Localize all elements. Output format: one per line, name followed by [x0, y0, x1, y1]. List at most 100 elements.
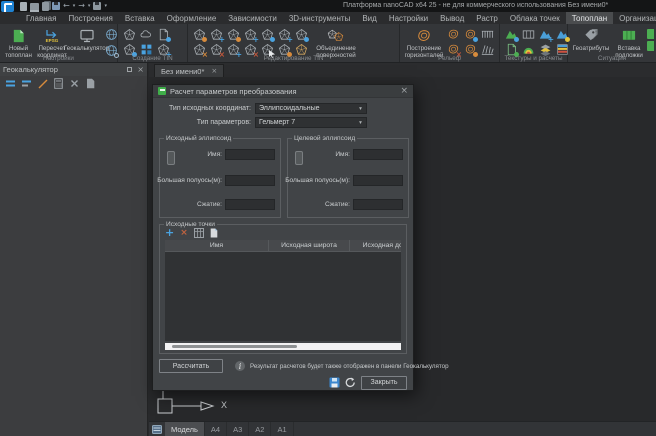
save-document-icon[interactable] — [42, 2, 49, 11]
panel-close-icon[interactable]: × — [137, 66, 144, 74]
undo-icon[interactable]: ← — [63, 1, 70, 11]
document-tab[interactable]: Без имени0* × — [154, 64, 224, 77]
nanocad-logo-icon[interactable] — [1, 1, 14, 12]
menu-tab-rastr[interactable]: Растр — [470, 12, 504, 24]
layout-tab-a2[interactable]: А2 — [249, 422, 271, 436]
point-convert-icon[interactable] — [21, 78, 32, 89]
tin-insert-object-icon[interactable] — [276, 27, 292, 42]
texture-map-icon[interactable] — [520, 27, 536, 42]
points-toolbar: + × — [165, 227, 218, 238]
param-type-select[interactable]: Гельмерт 7 ▾ — [255, 117, 367, 128]
add-point-icon[interactable]: + — [165, 228, 174, 238]
menu-tab-nastroyki[interactable]: Настройки — [383, 12, 434, 24]
create-tin-icon[interactable] — [121, 27, 137, 42]
tin-from-point-cloud-icon[interactable] — [138, 27, 154, 42]
menu-tab-3d-instrumenty[interactable]: 3D-инструменты — [283, 12, 357, 24]
tin-add-boundary-icon[interactable] — [259, 27, 275, 42]
contour-label-icon[interactable] — [462, 27, 478, 42]
clipped-icon[interactable] — [647, 29, 654, 39]
tin-add-point-icon[interactable] — [208, 27, 224, 42]
geo-attributes-button[interactable]: Геоатрибуты — [571, 26, 611, 52]
undo-dropdown-icon[interactable]: ▾ — [73, 1, 76, 11]
slope-hatches-icon[interactable] — [479, 27, 495, 42]
horizontal-scrollbar[interactable] — [165, 343, 401, 350]
calculate-row: Рассчитать i Результат расчетов будет та… — [159, 359, 407, 374]
import-surface-icon[interactable] — [155, 27, 171, 42]
dialog-title: Расчет параметров преобразования — [170, 87, 297, 96]
source-flattening-input[interactable] — [225, 199, 275, 210]
tin-simplify-icon[interactable] — [293, 27, 309, 42]
contour-edit-icon[interactable] — [445, 27, 461, 42]
refresh-icon[interactable] — [345, 377, 356, 388]
panel-autohide-icon[interactable] — [127, 67, 132, 72]
menu-tab-vyvod[interactable]: Вывод — [434, 12, 470, 24]
report-document-icon[interactable] — [85, 78, 96, 89]
ribbon-tab-bar: Главная Построения Вставка Оформление За… — [0, 12, 656, 24]
clipped-icon[interactable] — [647, 41, 654, 51]
dialog-close-icon[interactable]: × — [400, 87, 408, 95]
clear-list-icon[interactable] — [69, 78, 80, 89]
geocalculator-button[interactable]: Геокалькулятор — [70, 26, 103, 52]
transformation-parameters-dialog: Расчет параметров преобразования × Тип и… — [152, 84, 414, 391]
menu-tab-vstavka[interactable]: Вставка — [119, 12, 161, 24]
layout-tab-bar: Модель А4 А3 А2 А1 — [149, 421, 656, 436]
elevation-view-icon[interactable] — [537, 27, 553, 42]
menu-tab-postroeniya[interactable]: Построения — [62, 12, 118, 24]
tin-add-edge-icon[interactable] — [242, 27, 258, 42]
delete-point-icon[interactable]: × — [180, 228, 188, 238]
paste-points-icon[interactable] — [210, 228, 218, 238]
open-document-icon[interactable] — [30, 3, 39, 10]
source-name-input[interactable] — [225, 149, 275, 160]
redo-icon[interactable]: → — [78, 1, 85, 11]
column-header-name[interactable]: Имя — [165, 240, 269, 251]
new-document-icon[interactable] — [20, 2, 27, 11]
source-ellipsoid-title: Исходный эллипсоид — [164, 135, 233, 143]
menu-tab-organizatsiya[interactable]: Организация — [613, 12, 656, 24]
menu-tab-oformlenie[interactable]: Оформление — [161, 12, 223, 24]
globe-north-icon[interactable] — [103, 27, 119, 42]
group-label-situation: Ситуация — [568, 55, 656, 62]
calculate-button[interactable]: Рассчитать — [159, 359, 223, 373]
coordinate-convert-icon[interactable] — [5, 78, 16, 89]
source-ellipsoid-select-button[interactable] — [167, 151, 175, 165]
print-icon[interactable] — [93, 2, 101, 10]
points-table[interactable]: Имя Исходная широта Исходная долгота — [165, 240, 401, 341]
tin-edit-edge-icon[interactable] — [225, 27, 241, 42]
dialog-title-bar[interactable]: Расчет параметров преобразования × — [153, 85, 413, 98]
document-tab-close-icon[interactable]: × — [211, 67, 217, 75]
menu-tab-zavisimosti[interactable]: Зависимости — [222, 12, 283, 24]
coord-type-select[interactable]: Эллипсоидальные ▾ — [255, 103, 367, 114]
scrollbar-thumb[interactable] — [172, 345, 297, 348]
layout-tab-a4[interactable]: А4 — [205, 422, 227, 436]
source-axis-input[interactable] — [225, 175, 275, 186]
measure-line-icon[interactable] — [37, 78, 48, 89]
menu-tab-glavnaya[interactable]: Главная — [20, 12, 62, 24]
qat-customize-icon[interactable]: ▾ — [104, 1, 107, 11]
menu-tab-oblaka-tochek[interactable]: Облака точек — [504, 12, 566, 24]
layout-tab-a1[interactable]: А1 — [271, 422, 293, 436]
layout-tab-model[interactable]: Модель — [165, 422, 205, 436]
target-flattening-input[interactable] — [353, 199, 403, 210]
dialog-body: Тип исходных координат: Эллипсоидальные … — [153, 98, 413, 390]
column-header-source-longitude[interactable]: Исходная долгота — [350, 240, 401, 251]
save-results-icon[interactable] — [329, 377, 340, 388]
close-button[interactable]: Закрыть — [361, 376, 407, 390]
geo-attributes-icon — [583, 27, 599, 44]
save-as-icon[interactable] — [52, 2, 60, 10]
texture-surface-icon[interactable] — [503, 27, 519, 42]
layout-tab-a3[interactable]: А3 — [227, 422, 249, 436]
target-axis-input[interactable] — [353, 175, 403, 186]
layout-list-icon[interactable] — [149, 422, 165, 436]
redo-dropdown-icon[interactable]: ▾ — [88, 1, 91, 11]
menu-tab-topoplan[interactable]: Топоплан — [566, 12, 613, 24]
target-ellipsoid-select-button[interactable] — [295, 151, 303, 165]
calculator-icon[interactable] — [53, 78, 64, 89]
target-name-input[interactable] — [353, 149, 403, 160]
import-table-icon[interactable] — [194, 228, 204, 238]
column-header-source-latitude[interactable]: Исходная широта — [269, 240, 350, 251]
coord-type-value: Эллипсоидальные — [259, 105, 320, 112]
tin-rebuild-icon[interactable] — [191, 27, 207, 42]
ribbon-group-relief: Построение горизонталей Рельеф — [400, 24, 500, 62]
menu-tab-vid[interactable]: Вид — [356, 12, 382, 24]
geo-attributes-label: Геоатрибуты — [573, 45, 610, 52]
